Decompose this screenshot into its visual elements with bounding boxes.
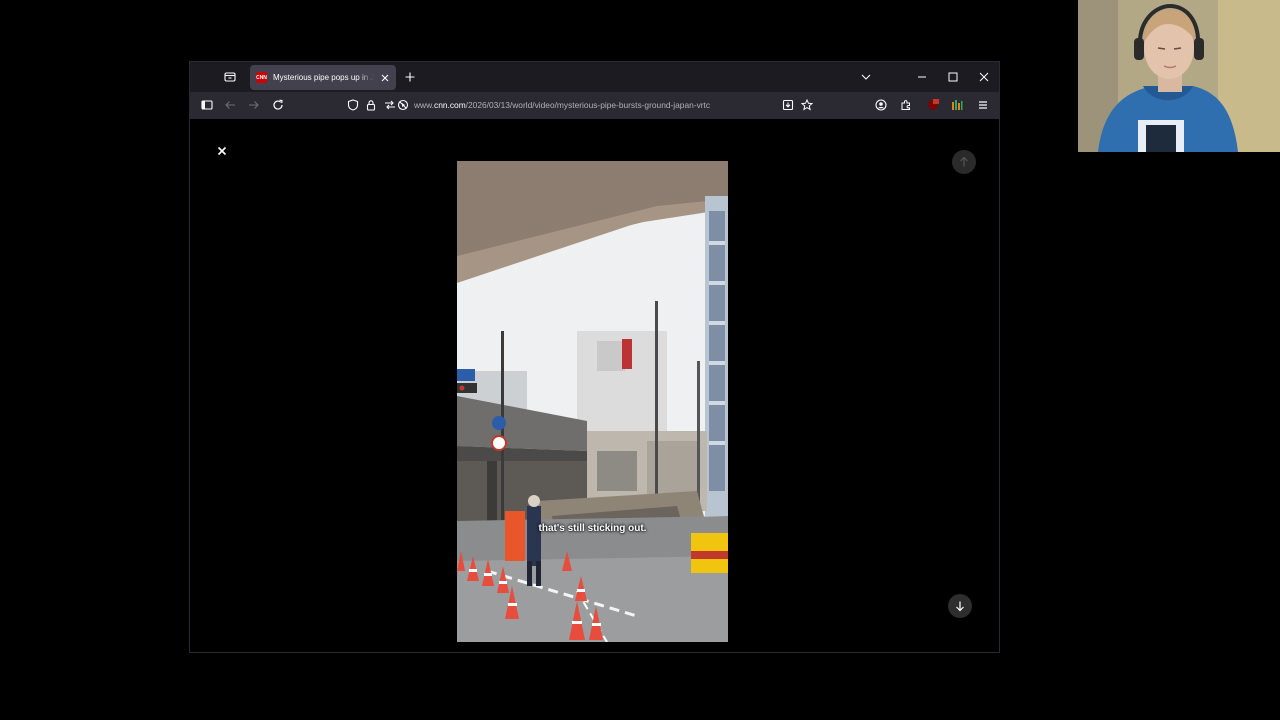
page-content: that's still sticking out. bbox=[190, 119, 999, 652]
url-text[interactable]: www.cnn.com/2026/03/13/world/video/myste… bbox=[414, 100, 710, 110]
list-all-tabs-icon[interactable] bbox=[859, 70, 873, 84]
url-bar[interactable]: www.cnn.com/2026/03/13/world/video/myste… bbox=[336, 95, 814, 116]
url-path: /2026/03/13/world/video/mysterious-pipe-… bbox=[465, 100, 711, 110]
minimize-icon[interactable] bbox=[915, 70, 929, 84]
navigation-bar: www.cnn.com/2026/03/13/world/video/myste… bbox=[190, 92, 999, 119]
previous-video-arrow-up-icon[interactable] bbox=[952, 150, 976, 174]
ublock-extension-icon[interactable] bbox=[926, 98, 940, 112]
close-video-icon[interactable] bbox=[215, 144, 229, 158]
back-icon[interactable] bbox=[223, 98, 237, 112]
reload-icon[interactable] bbox=[271, 98, 285, 112]
equalizer-extension-icon[interactable] bbox=[950, 98, 964, 112]
new-tab-icon[interactable] bbox=[403, 70, 417, 84]
tab-bar: CNN Mysterious pipe pops up in Japan bbox=[190, 62, 999, 92]
lock-icon[interactable] bbox=[364, 98, 378, 112]
tab-close-icon[interactable] bbox=[380, 73, 390, 83]
video-player[interactable]: that's still sticking out. bbox=[457, 161, 728, 642]
tracking-protection-shield-icon[interactable] bbox=[346, 98, 360, 112]
cnn-favicon-icon: CNN bbox=[256, 72, 267, 83]
close-window-icon[interactable] bbox=[977, 70, 991, 84]
autoplay-blocked-icon[interactable] bbox=[396, 98, 410, 112]
permissions-icon[interactable] bbox=[383, 98, 397, 112]
video-caption: that's still sticking out. bbox=[538, 523, 647, 534]
account-icon[interactable] bbox=[874, 98, 888, 112]
sidebar-toggle-icon[interactable] bbox=[200, 98, 214, 112]
maximize-icon[interactable] bbox=[946, 70, 960, 84]
active-tab[interactable]: CNN Mysterious pipe pops up in Japan bbox=[250, 65, 396, 90]
presenter-webcam-image bbox=[1078, 0, 1280, 152]
url-host: cnn.com bbox=[434, 100, 466, 110]
next-video-arrow-down-icon[interactable] bbox=[948, 594, 972, 618]
menu-hamburger-icon[interactable] bbox=[976, 98, 990, 112]
url-prefix: www. bbox=[414, 100, 435, 110]
download-page-icon[interactable] bbox=[781, 98, 795, 112]
browser-window: CNN Mysterious pipe pops up in Japan bbox=[189, 61, 1000, 653]
tab-title: Mysterious pipe pops up in Japan bbox=[273, 73, 374, 82]
forward-icon[interactable] bbox=[247, 98, 261, 112]
extensions-puzzle-icon[interactable] bbox=[899, 98, 913, 112]
webcam-overlay bbox=[1078, 0, 1280, 152]
bookmark-star-icon[interactable] bbox=[800, 98, 814, 112]
tab-overview-icon[interactable] bbox=[222, 69, 238, 85]
video-frame-image bbox=[457, 161, 728, 642]
